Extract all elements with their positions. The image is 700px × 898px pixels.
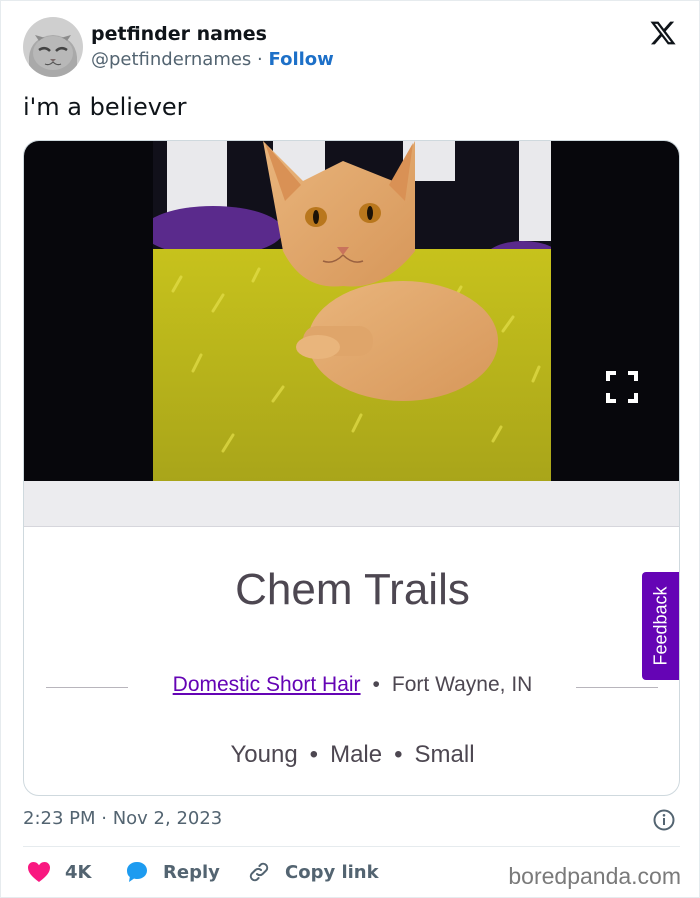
link-icon — [249, 862, 269, 882]
bullet: • — [309, 741, 319, 768]
expand-icon[interactable] — [604, 369, 640, 405]
feedback-label: Feedback — [650, 586, 670, 666]
x-logo-icon[interactable] — [649, 19, 677, 47]
reply-label: Reply — [163, 861, 220, 883]
handle-separator: · — [257, 49, 263, 70]
pet-attributes: Young • Male • Small — [24, 741, 679, 769]
divider — [23, 846, 680, 847]
copy-link-button[interactable]: Copy link — [247, 859, 379, 885]
handle[interactable]: @petfindernames — [91, 49, 251, 70]
follow-button[interactable]: Follow — [269, 49, 334, 70]
pet-photo[interactable] — [153, 141, 551, 481]
attached-screenshot[interactable]: Chem Trails Domestic Short Hair • Fort Way… — [23, 140, 680, 796]
copy-link-label: Copy link — [285, 861, 379, 883]
breed-location-row: Domestic Short Hair • Fort Wayne, IN — [24, 673, 679, 697]
breed-link[interactable]: Domestic Short Hair — [173, 673, 361, 696]
listing-divider-band — [24, 481, 679, 527]
display-name[interactable]: petfinder names — [91, 23, 267, 45]
watermark: boredpanda.com — [508, 863, 681, 889]
timestamp[interactable]: 2:23 PM · Nov 2, 2023 — [23, 808, 222, 829]
bullet: • — [394, 741, 403, 768]
like-button[interactable]: 4K — [27, 859, 91, 885]
location: Fort Wayne, IN — [391, 673, 533, 696]
tweet-text: i'm a believer — [23, 93, 187, 121]
reply-button[interactable]: Reply — [125, 859, 220, 885]
pet-age: Young — [230, 741, 298, 768]
tweet-card: petfinder names @petfindernames · Follow… — [0, 0, 700, 898]
info-icon[interactable] — [653, 809, 675, 831]
photo-viewer — [24, 141, 679, 481]
bullet: • — [372, 673, 380, 696]
like-count: 4K — [65, 861, 92, 883]
pet-name: Chem Trails — [235, 565, 470, 614]
avatar[interactable] — [23, 17, 83, 77]
handle-row: @petfindernames · Follow — [91, 49, 334, 70]
heart-icon — [28, 862, 50, 882]
pet-size: Small — [414, 741, 475, 768]
feedback-tab[interactable]: Feedback — [642, 572, 679, 680]
pet-sex: Male — [330, 741, 383, 768]
reply-bubble-icon — [127, 862, 147, 882]
